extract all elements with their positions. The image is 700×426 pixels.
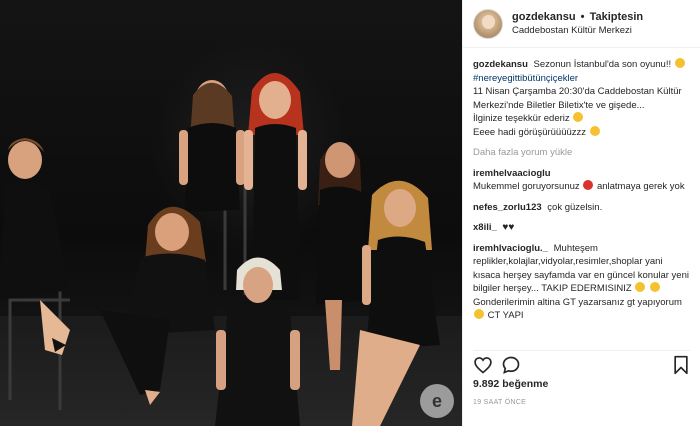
comment-username[interactable]: iremhelvaacioglu (473, 168, 551, 179)
header-top-line: gozdekansu • Takiptesin (512, 10, 643, 24)
post-timestamp: 19 SAAT ÖNCE (473, 399, 527, 406)
smile-emoji-icon (474, 309, 484, 319)
comment-item: iremhelvaacioglu Mukemmel goruyorsunuz a… (473, 167, 690, 194)
comment-username[interactable]: nefes_zorlu123 (473, 202, 542, 213)
lips-emoji-icon (583, 180, 594, 190)
follow-state-button[interactable]: Takiptesin (590, 11, 644, 23)
comment-item: iremhlvacioglu._ Muhteşem replikler,kola… (473, 242, 690, 323)
location-link[interactable]: Caddebostan Kültür Merkezi (512, 24, 643, 38)
comment-text-after: anlatmaya gerek yok (596, 181, 685, 192)
post-photo[interactable]: e (0, 0, 462, 426)
comments-list[interactable]: gozdekansu Sezonun İstanbul'da son oyunu… (473, 58, 690, 340)
bookmark-icon[interactable] (672, 355, 690, 375)
avatar[interactable] (473, 8, 503, 39)
black-heart-emoji-icon: ♥ (508, 222, 515, 233)
heart-icon[interactable] (473, 355, 493, 375)
watermark-logo: e (420, 384, 454, 418)
caption-line3: İlginize teşekkür ederiz (473, 113, 570, 124)
likes-number: 9.892 (473, 378, 500, 390)
caption: gozdekansu Sezonun İstanbul'da son oyunu… (473, 58, 690, 139)
caption-line4: Eeee hadi görüşürüüüüzzz (473, 126, 587, 138)
caption-username[interactable]: gozdekansu (473, 59, 528, 70)
grimace-emoji-icon (674, 58, 685, 68)
caption-line2: 11 Nisan Çarşamba 20:30'da Caddebostan K… (473, 86, 682, 111)
figure-2 (179, 80, 245, 212)
load-more-comments-button[interactable]: Daha fazla yorum yükle (473, 146, 690, 160)
comment-text: çok güzelsin. (547, 201, 603, 213)
comment-text-end: CT YAPI (487, 310, 524, 321)
header-text: gozdekansu • Takiptesin Caddebostan Kült… (512, 10, 643, 38)
header-separator: • (580, 10, 585, 23)
action-bar (473, 350, 690, 375)
comment-item: nefes_zorlu123 çok güzelsin. (473, 201, 690, 215)
header-username[interactable]: gozdekansu (512, 11, 576, 23)
likes-label: beğenme (502, 378, 549, 390)
caption-line1: Sezonun İstanbul'da son oyunu!! (533, 59, 672, 70)
smile-emoji-icon (635, 282, 646, 292)
caption-hashtag[interactable]: #nereyegittibütünçiçekler (473, 73, 578, 84)
comment-item: x8ili_ ♥♥ (473, 221, 690, 235)
photo-figures (0, 72, 440, 426)
comment-text-after: Gonderilerimin altina GT yazarsanız gt y… (473, 296, 682, 308)
figure-5 (100, 206, 215, 405)
watermark-letter: e (431, 390, 442, 411)
person-emoji-icon (650, 282, 661, 292)
post-sidebar: gozdekansu • Takiptesin Caddebostan Kült… (462, 0, 700, 426)
post-header: gozdekansu • Takiptesin Caddebostan Kült… (463, 0, 700, 48)
comment-username[interactable]: x8ili_ (473, 222, 497, 233)
comment-text: Mukemmel goruyorsunuz (473, 181, 580, 192)
comment-icon[interactable] (501, 355, 521, 375)
heart-eyes-emoji-icon (589, 125, 600, 136)
smile-emoji-icon (573, 112, 584, 122)
comment-username[interactable]: iremhlvacioglu._ (473, 243, 548, 254)
likes-count[interactable]: 9.892 beğenme (473, 378, 548, 390)
